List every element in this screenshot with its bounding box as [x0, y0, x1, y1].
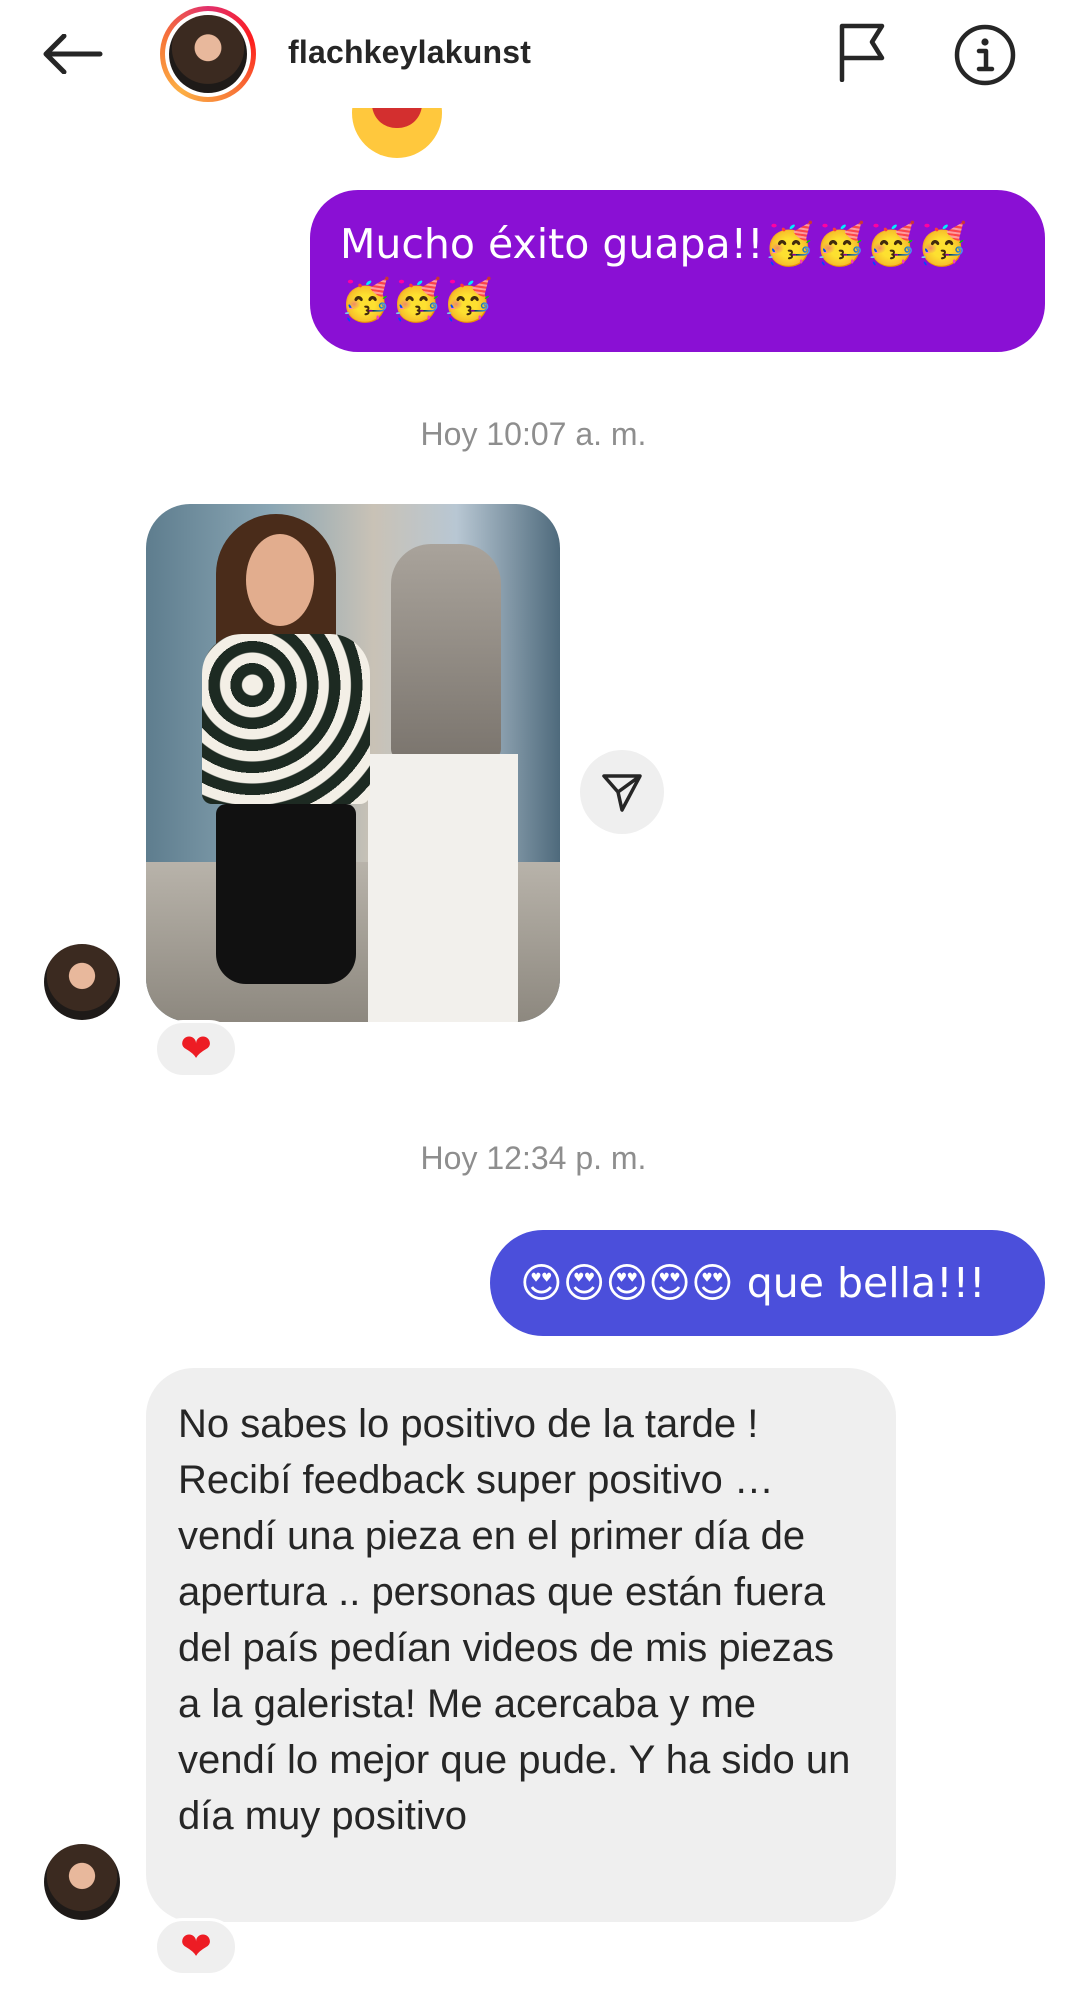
message-reaction[interactable]: ❤	[154, 1918, 238, 1976]
report-button[interactable]	[830, 20, 894, 84]
timestamp: Hoy 12:34 p. m.	[420, 1140, 647, 1176]
arrow-left-icon	[43, 34, 103, 74]
message-text: 😍😍😍😍😍 que bella!!!	[520, 1259, 986, 1307]
message-text: Mucho éxito guapa!!🥳🥳🥳🥳🥳🥳🥳	[340, 220, 968, 324]
message-text: No sabes lo positivo de la tarde ! Recib…	[178, 1402, 851, 1838]
info-icon	[954, 24, 1016, 86]
sent-message-bubble[interactable]: Mucho éxito guapa!!🥳🥳🥳🥳🥳🥳🥳	[310, 190, 1045, 352]
chat-header: flachkeylakunst	[0, 0, 1067, 108]
flag-icon	[839, 23, 885, 82]
send-icon	[602, 774, 642, 812]
partial-emoji-icon	[352, 108, 442, 158]
photo-message[interactable]	[146, 504, 560, 1022]
avatar-image	[169, 15, 247, 93]
heart-icon: ❤	[180, 1926, 212, 1968]
back-button[interactable]	[36, 24, 108, 84]
profile-avatar[interactable]	[160, 6, 256, 102]
share-button[interactable]	[580, 750, 664, 834]
sent-message-bubble[interactable]: 😍😍😍😍😍 que bella!!!	[490, 1230, 1045, 1336]
message-reaction[interactable]: ❤	[154, 1020, 238, 1078]
chat-username[interactable]: flachkeylakunst	[288, 34, 531, 71]
timestamp: Hoy 10:07 a. m.	[420, 416, 647, 452]
heart-icon: ❤	[180, 1028, 212, 1070]
received-message-bubble[interactable]: No sabes lo positivo de la tarde ! Recib…	[146, 1368, 896, 1922]
info-button[interactable]	[950, 20, 1020, 90]
sender-avatar[interactable]	[44, 944, 120, 1020]
sender-avatar[interactable]	[44, 1844, 120, 1920]
